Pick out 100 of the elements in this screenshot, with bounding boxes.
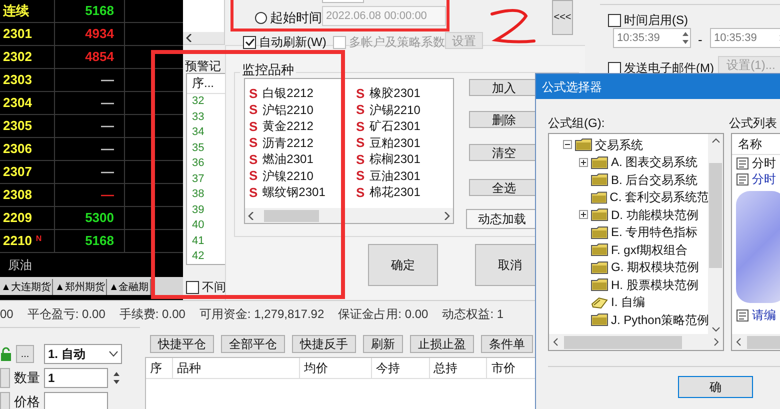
expand-icon[interactable] [579, 210, 588, 220]
button[interactable]: 动态加载 [466, 209, 538, 229]
horizontal-scrollbar[interactable] [245, 208, 453, 223]
price-field[interactable] [44, 392, 108, 409]
contract-name[interactable]: 2304 [3, 93, 32, 113]
tree-item[interactable]: H. 股票模块范例 [611, 276, 698, 294]
quantity-field[interactable]: 1 [44, 368, 108, 388]
tree-item[interactable]: 交易系统 [595, 136, 643, 154]
tree-item[interactable]: C. 套利交易系统范 [610, 188, 709, 206]
mode-dropdown[interactable]: 1. 自动 [44, 344, 122, 364]
spin-arrows-icon[interactable] [112, 370, 121, 386]
price: 4854 [85, 48, 114, 66]
checkbox[interactable] [608, 14, 621, 26]
tree-item[interactable]: G. 期权模块范例 [611, 258, 700, 276]
scrollbar-thumb[interactable] [564, 336, 682, 348]
button[interactable]: ... [16, 345, 34, 363]
tree-item[interactable]: A. 图表交易系统 [611, 153, 698, 172]
category-label: 原油 [8, 257, 32, 274]
price: — [101, 71, 114, 90]
column-header[interactable]: 均价 [300, 358, 372, 378]
symbol-item[interactable]: 沪镍2210 [262, 166, 314, 185]
symbol-item[interactable]: 沥青2212 [262, 134, 314, 152]
price: 4934 [85, 25, 114, 44]
contract-name[interactable]: 2307 [3, 162, 32, 182]
market-tab[interactable]: ▲大连期货 [0, 279, 53, 295]
row-number: 33 [192, 110, 204, 124]
symbol-item[interactable]: 白银2212 [262, 84, 314, 102]
symbol-item[interactable]: 豆油2301 [370, 166, 420, 185]
button[interactable]: <<< [552, 0, 573, 35]
checkbox[interactable] [608, 62, 621, 74]
collapse-icon[interactable] [563, 140, 572, 150]
tree-item[interactable]: D. 功能模块范例 [611, 206, 698, 224]
scroll-left-icon[interactable] [186, 34, 192, 42]
tree-item[interactable]: B. 后台交易系统 [611, 170, 698, 189]
button[interactable]: 确 [678, 376, 753, 398]
scroll-down-icon[interactable] [712, 327, 720, 332]
contract-name[interactable]: 2301 [3, 24, 32, 44]
time-field[interactable]: 10:35:39 [710, 28, 780, 48]
scroll-right-icon[interactable] [714, 338, 719, 346]
expand-icon[interactable] [579, 158, 588, 167]
symbol-item[interactable]: 棉花2301 [370, 183, 420, 202]
market-tab[interactable]: ▲金融期 [108, 279, 151, 295]
symbol-item[interactable]: 黄金2212 [262, 117, 314, 136]
symbol-item[interactable]: 橡胶2301 [370, 84, 420, 102]
scrollbar-thumb[interactable] [747, 336, 780, 348]
contract-name[interactable]: 2209 [3, 208, 32, 228]
price: 5168 [85, 2, 114, 20]
column-header[interactable]: 今持 [372, 358, 430, 378]
symbol-item[interactable]: 棕榈2301 [370, 150, 420, 168]
tree-item[interactable]: E. 专用特色指标 [611, 223, 698, 242]
time-field[interactable]: 10:35:39 [613, 28, 691, 48]
horizontal-scrollbar[interactable] [549, 334, 723, 350]
symbol-item[interactable]: 矿石2301 [370, 117, 420, 136]
formula-item[interactable]: 分时 [752, 154, 776, 172]
column-header[interactable]: 总持 [430, 358, 488, 378]
vertical-scrollbar[interactable] [708, 134, 723, 336]
checkbox[interactable] [186, 280, 199, 294]
column-header[interactable]: 序 [146, 358, 173, 378]
contract-name[interactable]: 2303 [3, 70, 32, 90]
symbol-item[interactable]: 豆粕2301 [370, 134, 420, 152]
button[interactable]: 止损止盈 [410, 335, 474, 353]
contract-name[interactable]: 2305 [3, 116, 32, 136]
contract-name[interactable]: 2306 [3, 139, 32, 159]
tree-item[interactable]: J. Python策略范例 [610, 310, 709, 329]
scroll-right-icon[interactable] [444, 212, 450, 220]
padlock-icon[interactable] [0, 347, 12, 361]
symbol-item[interactable]: 沪铝2210 [262, 100, 314, 119]
contract-name[interactable]: 2308 [3, 185, 32, 205]
formula-item[interactable]: 请编 [752, 306, 776, 324]
checkbox[interactable] [243, 36, 256, 48]
scroll-left-icon[interactable] [248, 212, 254, 220]
formula-item[interactable]: 分时 [752, 170, 776, 188]
field-label: 公式组(G): [548, 116, 605, 130]
scroll-left-icon[interactable] [553, 338, 558, 346]
horizontal-scrollbar[interactable] [732, 334, 780, 350]
scroll-up-icon[interactable] [712, 138, 720, 143]
contract-name[interactable]: 连续 [3, 1, 29, 21]
button[interactable]: 刷新 [363, 335, 403, 353]
button[interactable]: 快捷平仓 [150, 335, 214, 353]
button[interactable]: 快捷反手 [292, 335, 356, 353]
scrollbar-thumb[interactable] [264, 210, 319, 222]
button[interactable]: 确定 [368, 244, 438, 286]
symbol-item[interactable]: 螺纹钢2301 [262, 183, 326, 202]
scrollbar-thumb[interactable] [709, 163, 722, 268]
symbol-item[interactable]: 燃油2301 [262, 150, 314, 168]
field-label: 公式列表 [729, 116, 777, 130]
scroll-left-icon[interactable] [736, 338, 741, 346]
column-header[interactable]: 品种 [172, 358, 300, 378]
symbol-item[interactable]: 沪锡2210 [370, 100, 420, 119]
tree-item[interactable]: F. gxf期权组合 [611, 240, 688, 259]
contract-name[interactable]: 2302 [3, 47, 32, 67]
column-header[interactable]: 名称 [732, 134, 780, 155]
contract-name[interactable]: 2210 [3, 231, 32, 251]
tree-item[interactable]: I. 自编 [611, 293, 646, 312]
row-number: 42 [192, 249, 204, 264]
market-tab[interactable]: ▲郑州期货 [54, 279, 107, 295]
button[interactable]: 条件单 [481, 335, 533, 353]
spin-arrows-icon[interactable] [681, 30, 690, 46]
button[interactable]: 全部平仓 [221, 335, 285, 353]
radio-button[interactable] [255, 12, 267, 24]
